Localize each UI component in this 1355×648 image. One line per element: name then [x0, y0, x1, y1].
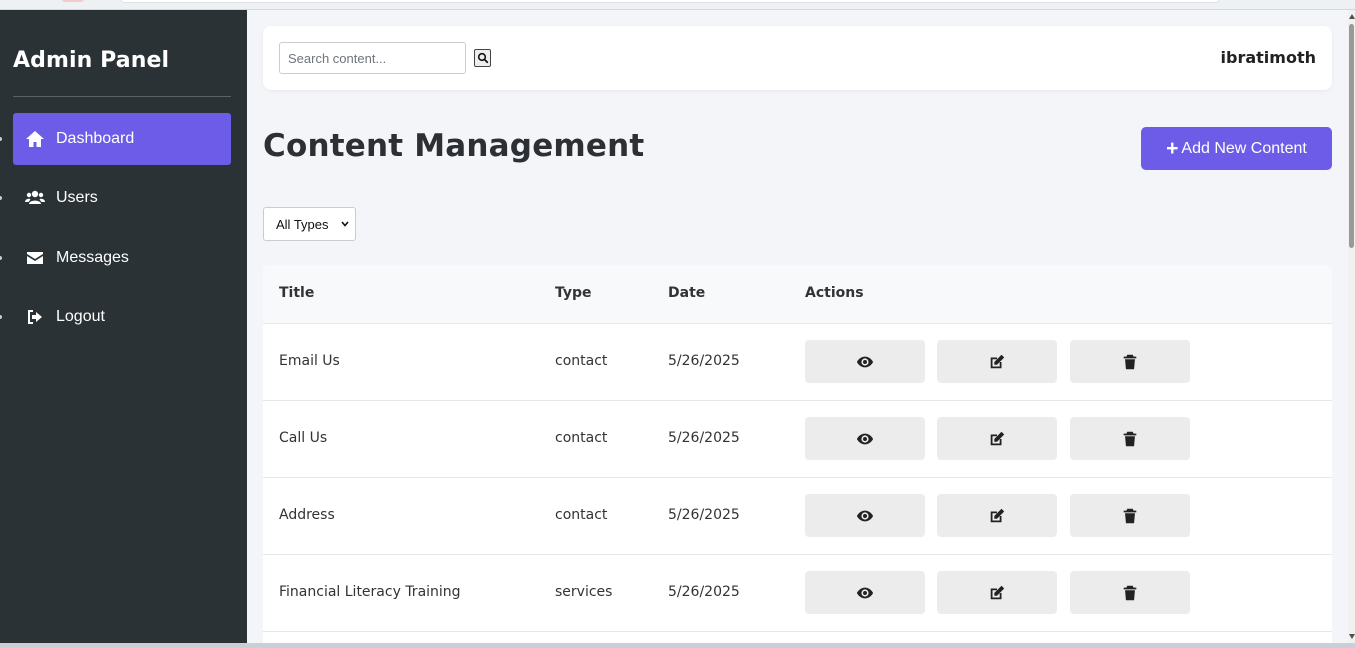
sidebar-item-label: Users [56, 189, 98, 206]
users-icon [25, 188, 45, 208]
scroll-up-arrow-icon[interactable] [1349, 14, 1355, 19]
scrollbar-thumb[interactable] [1349, 24, 1354, 248]
sidebar: Admin Panel Dashboard Users Messages Log… [0, 10, 247, 643]
view-button[interactable] [805, 571, 925, 614]
eye-icon [856, 433, 874, 444]
search-input[interactable] [279, 42, 466, 74]
brand-title: Admin Panel [13, 48, 170, 73]
content-table: Title Type Date Actions Email Us contact… [263, 265, 1332, 643]
cell-title: Email Us [279, 353, 340, 369]
table-row: Email Us contact 5/26/2025 [263, 324, 1332, 401]
cell-title: Call Us [279, 430, 328, 446]
home-icon [25, 129, 45, 149]
eye-icon [856, 510, 874, 521]
sidebar-item-label: Messages [56, 249, 129, 266]
delete-button[interactable] [1070, 494, 1190, 537]
top-bar: ibratimoth [263, 26, 1332, 90]
cell-title: Financial Literacy Training [279, 584, 461, 600]
nav-bullet [0, 256, 2, 260]
table-row: Call Us contact 5/26/2025 [263, 401, 1332, 478]
eye-icon [856, 356, 874, 367]
browser-chrome [0, 0, 1355, 10]
trash-icon [1123, 354, 1137, 369]
type-filter-select[interactable]: All Types [263, 207, 356, 241]
trash-icon [1123, 585, 1137, 600]
type-filter-value: All Types [276, 216, 329, 232]
sidebar-divider [13, 96, 231, 97]
edit-icon [990, 585, 1005, 599]
search-button[interactable] [474, 49, 491, 67]
edit-button[interactable] [937, 340, 1057, 383]
edit-button[interactable] [937, 494, 1057, 537]
trash-icon [1123, 431, 1137, 446]
plus-icon: + [1166, 137, 1179, 160]
cell-type: contact [555, 430, 608, 446]
table-row: Address contact 5/26/2025 [263, 478, 1332, 555]
column-header-type[interactable]: Type [555, 285, 592, 301]
cell-type: contact [555, 507, 608, 523]
column-header-actions: Actions [805, 285, 864, 301]
sidebar-item-messages[interactable]: Messages [13, 232, 231, 284]
edit-icon [990, 431, 1005, 445]
view-button[interactable] [805, 494, 925, 537]
column-header-title[interactable]: Title [279, 285, 314, 301]
view-button[interactable] [805, 340, 925, 383]
sidebar-item-dashboard[interactable]: Dashboard [13, 113, 231, 165]
nav-bullet [0, 315, 2, 319]
browser-tab[interactable] [62, 0, 84, 2]
trash-icon [1123, 508, 1137, 523]
delete-button[interactable] [1070, 571, 1190, 614]
sidebar-item-label: Logout [56, 308, 105, 325]
delete-button[interactable] [1070, 417, 1190, 460]
cell-date: 5/26/2025 [668, 584, 740, 600]
page-title: Content Management [263, 128, 645, 164]
nav-bullet [0, 196, 2, 200]
cell-date: 5/26/2025 [668, 353, 740, 369]
table-header: Title Type Date Actions [263, 265, 1332, 324]
column-header-date[interactable]: Date [668, 285, 705, 301]
username[interactable]: ibratimoth [1221, 48, 1316, 67]
edit-button[interactable] [937, 571, 1057, 614]
envelope-icon [25, 248, 45, 268]
address-bar[interactable] [120, 0, 1220, 3]
table-row: Financial Literacy Training services 5/2… [263, 555, 1332, 632]
sidebar-item-label: Dashboard [56, 130, 135, 147]
edit-icon [990, 508, 1005, 522]
sidebar-item-logout[interactable]: Logout [13, 291, 231, 343]
page-scrollbar[interactable] [1348, 10, 1355, 643]
cell-date: 5/26/2025 [668, 430, 740, 446]
edit-button[interactable] [937, 417, 1057, 460]
cell-title: Address [279, 507, 335, 523]
nav-bullet [0, 137, 2, 141]
eye-icon [856, 587, 874, 598]
cell-date: 5/26/2025 [668, 507, 740, 523]
chevron-down-icon [341, 221, 349, 227]
cell-type: services [555, 584, 613, 600]
main-content: ibratimoth Content Management + Add New … [247, 10, 1348, 643]
search-icon [477, 52, 488, 64]
view-button[interactable] [805, 417, 925, 460]
sign-out-icon [25, 307, 45, 327]
cell-type: contact [555, 353, 608, 369]
sidebar-item-users[interactable]: Users [13, 172, 231, 224]
window-bottom-edge [0, 643, 1355, 648]
add-button-label: Add New Content [1181, 139, 1307, 157]
edit-icon [990, 354, 1005, 368]
scroll-down-arrow-icon[interactable] [1349, 634, 1355, 639]
delete-button[interactable] [1070, 340, 1190, 383]
add-new-content-button[interactable]: + Add New Content [1141, 127, 1332, 170]
